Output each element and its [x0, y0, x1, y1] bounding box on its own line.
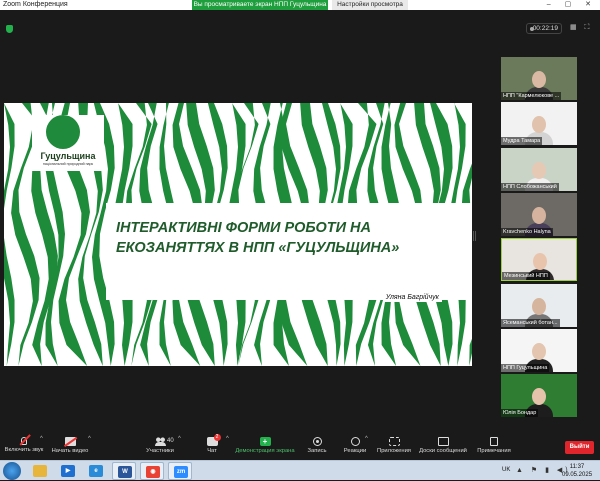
system-tray: UK ▲ ⚑ ▮ ◀) 11:37 09.05.2025	[500, 461, 600, 481]
participant-tile[interactable]: НПП Гуцульщина	[501, 328, 577, 372]
chrome-icon: ◉	[146, 466, 160, 478]
unmute-label: Включить звук	[4, 447, 44, 453]
slide-author: Уляна Багрійчук	[382, 293, 442, 302]
folder-taskbar-button[interactable]	[28, 462, 52, 480]
participant-tile[interactable]: Юлія Бондар	[501, 374, 577, 418]
logo-title: Гуцульщина	[40, 151, 96, 161]
participant-name: Ясеманський ботан...	[501, 318, 560, 327]
window-title: Zoom Конференция	[3, 1, 68, 8]
participant-tile[interactable]: НПП Слобожанський	[501, 147, 577, 191]
chat-caret-icon[interactable]: ^	[226, 436, 229, 442]
media-player-taskbar-button[interactable]: ▶	[56, 462, 80, 480]
timer-dot-icon	[530, 27, 534, 31]
record-button[interactable]: Запись	[302, 436, 332, 458]
participant-name: Kravchenko Halyna	[501, 227, 553, 236]
participant-face	[532, 161, 546, 179]
camera-off-icon	[64, 437, 76, 446]
participant-name: НПП "Кармелюкове ...	[501, 92, 562, 100]
view-mode-buttons[interactable]: ▦ ⛶	[570, 23, 592, 32]
shared-slide: Гуцульщина національний природний парк І…	[4, 103, 472, 366]
participant-name: Мудра Тамара	[501, 137, 543, 146]
folder-icon	[33, 465, 47, 477]
participant-tile[interactable]: Мезинський НПП	[501, 238, 577, 282]
notes-icon	[490, 437, 498, 446]
chat-badge: 2	[213, 434, 221, 441]
participant-tile[interactable]: НПП "Кармелюкове ...	[501, 57, 577, 100]
encryption-shield-icon[interactable]	[6, 25, 13, 33]
panel-resize-handle[interactable]	[473, 231, 476, 241]
park-emblem-icon	[46, 115, 80, 149]
participant-face	[532, 297, 546, 315]
participant-name: Юлія Бондар	[501, 409, 539, 418]
share-screen-button[interactable]: + Демонстрация экрана	[234, 436, 296, 458]
start-menu-icon[interactable]	[3, 462, 21, 480]
chat-button[interactable]: 2 Чат	[197, 434, 227, 458]
zoom-taskbar-button[interactable]: zm	[168, 462, 192, 480]
participant-tile[interactable]: Мудра Тамара	[501, 102, 577, 146]
microphone-muted-icon	[21, 437, 27, 445]
view-options-button[interactable]: Настройки просмотра	[332, 0, 408, 10]
language-indicator[interactable]: UK	[502, 467, 510, 473]
reactions-icon	[350, 437, 360, 446]
participant-face	[532, 206, 546, 224]
share-screen-icon: +	[259, 437, 271, 446]
whiteboards-button[interactable]: Доски сообщений	[417, 436, 469, 458]
participants-label: Участники	[146, 448, 174, 454]
chat-label: Чат	[207, 448, 217, 454]
window-titlebar: Zoom Конференция Вы просматриваете экран…	[0, 0, 600, 10]
slide-title-box: ІНТЕРАКТИВНІ ФОРМИ РОБОТИ НА ЕКОЗАНЯТТЯХ…	[106, 203, 472, 300]
clock-time[interactable]: 11:37	[566, 464, 588, 470]
meeting-timer: 00:22:19	[526, 23, 562, 34]
reactions-caret-icon[interactable]: ^	[365, 436, 368, 442]
meeting-toolbar: Включить звук ^ Начать видео ^ Участники…	[0, 434, 600, 460]
park-logo: Гуцульщина національний природний парк	[32, 115, 104, 171]
share-screen-label: Демонстрация экрана	[235, 448, 295, 454]
window-controls[interactable]: ‒ ▢ ✕	[547, 0, 597, 8]
participants-caret-icon[interactable]: ^	[178, 436, 181, 442]
windows-taskbar: ▶ e W ◉ zm UK ▲ ⚑ ▮ ◀) 11:37 09.05.2025	[0, 460, 600, 480]
ie-icon: e	[89, 465, 103, 477]
slide-stripe	[4, 103, 15, 366]
record-label: Запись	[307, 448, 327, 454]
participant-tile[interactable]: Ясеманський ботан...	[501, 283, 577, 327]
slide-title: ІНТЕРАКТИВНІ ФОРМИ РОБОТИ НА ЕКОЗАНЯТТЯХ…	[116, 220, 400, 256]
audio-caret-icon[interactable]: ^	[40, 436, 43, 442]
clock-date[interactable]: 09.05.2025	[562, 472, 592, 478]
start-video-label: Начать видео	[51, 448, 89, 454]
participant-face	[532, 388, 546, 406]
apps-button[interactable]: Приложения	[375, 436, 413, 458]
word-taskbar-button[interactable]: W	[112, 462, 136, 480]
apps-label: Приложения	[377, 448, 411, 454]
participant-face	[532, 342, 546, 360]
reactions-label: Реакции	[343, 448, 367, 454]
chat-icon: 2	[206, 434, 221, 446]
participant-name: Мезинський НПП	[502, 272, 550, 281]
participant-face	[532, 71, 546, 88]
whiteboards-label: Доски сообщений	[419, 448, 467, 454]
video-caret-icon[interactable]: ^	[88, 436, 91, 442]
meeting-top-bar: 00:22:19 ▦ ⛶	[0, 10, 600, 34]
notes-button[interactable]: Примечания	[474, 436, 514, 458]
media-player-icon: ▶	[61, 465, 75, 477]
participants-icon	[154, 437, 166, 446]
word-icon: W	[118, 466, 132, 478]
chrome-taskbar-button[interactable]: ◉	[140, 462, 164, 480]
zoom-icon: zm	[174, 466, 188, 478]
record-icon	[312, 437, 322, 446]
start-video-button[interactable]: Начать видео	[50, 436, 90, 458]
whiteboard-icon	[437, 437, 449, 446]
unmute-button[interactable]: Включить звук	[4, 436, 44, 458]
participants-count: 40	[167, 438, 174, 444]
timer-value: 00:22:19	[532, 25, 558, 32]
leave-meeting-button[interactable]: Выйти	[565, 441, 594, 454]
ie-taskbar-button[interactable]: e	[84, 462, 108, 480]
participant-name: НПП Слобожанський	[501, 182, 559, 191]
participant-tile[interactable]: Kravchenko Halyna	[501, 192, 577, 236]
participants-button[interactable]: Участники	[140, 436, 180, 458]
notes-label: Примечания	[477, 448, 511, 454]
logo-subtitle: національний природний парк	[42, 162, 94, 166]
apps-icon	[388, 437, 400, 446]
participant-name: НПП Гуцульщина	[501, 363, 550, 372]
screen-share-banner: Вы просматриваете экран НПП Гуцульщина	[192, 0, 328, 10]
